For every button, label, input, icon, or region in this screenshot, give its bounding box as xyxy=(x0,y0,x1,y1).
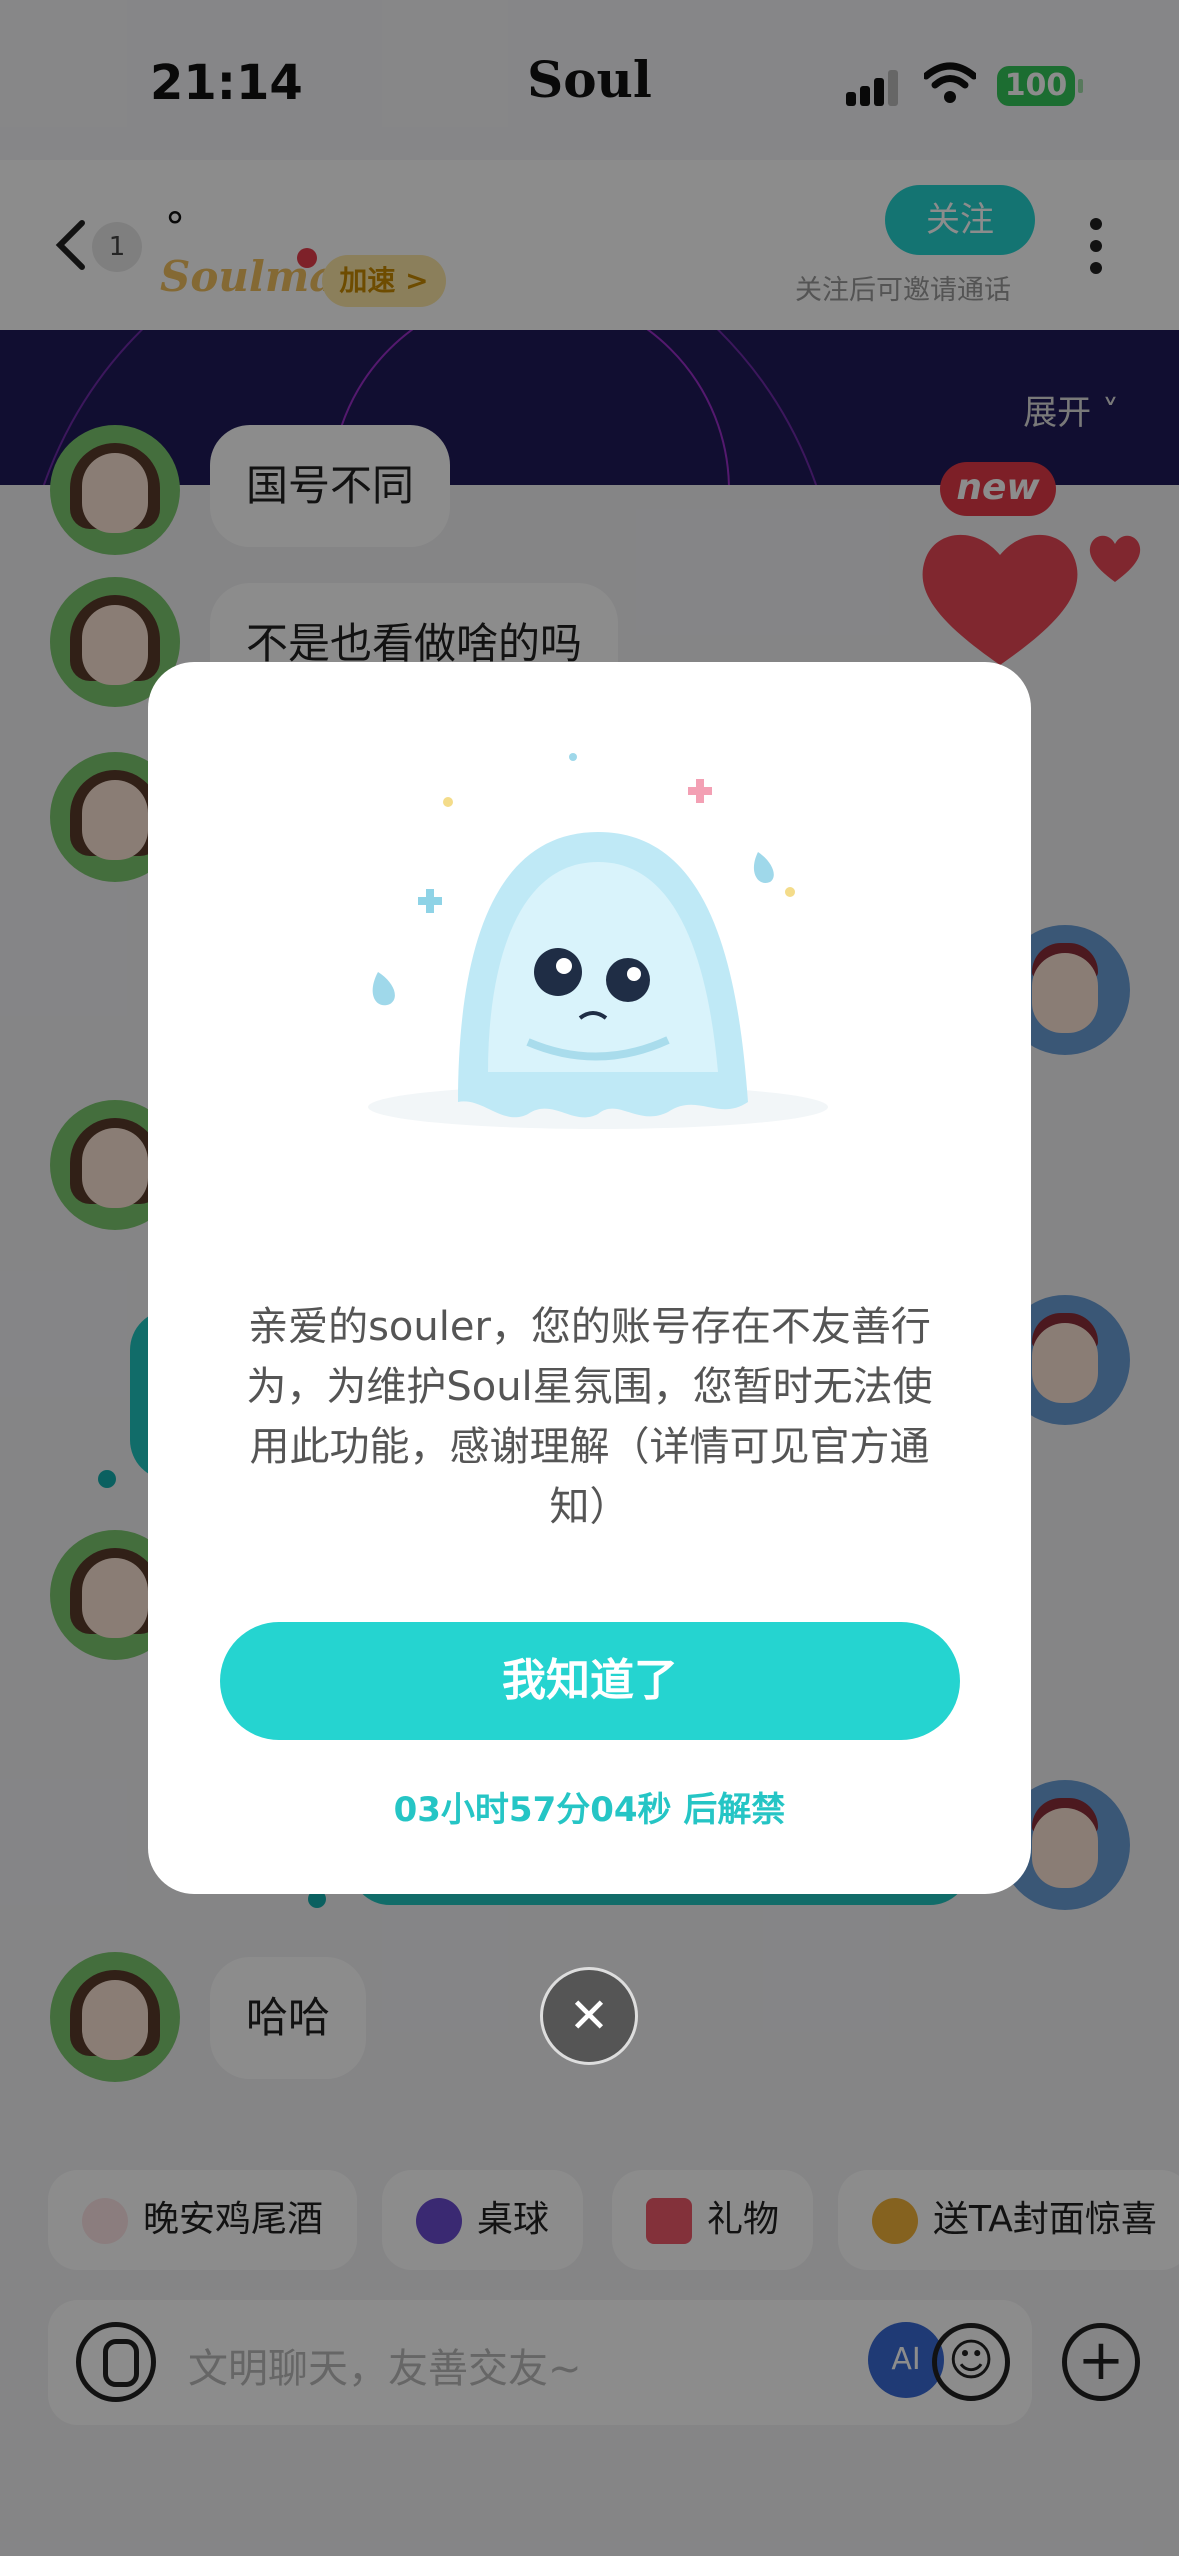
close-dialog-button[interactable]: ✕ xyxy=(540,1967,638,2065)
unban-countdown: 03小时57分04秒 后解禁 xyxy=(393,1790,786,1830)
sad-ghost-illustration xyxy=(368,753,828,1129)
restriction-dialog: 亲爱的souler，您的账号存在不友善行为，为维护Soul星氛围，您暂时无法使用… xyxy=(148,662,1031,1894)
acknowledge-button[interactable]: 我知道了 xyxy=(220,1622,960,1740)
dialog-message: 亲爱的souler，您的账号存在不友善行为，为维护Soul星氛围，您暂时无法使用… xyxy=(246,1304,933,1530)
close-icon: ✕ xyxy=(568,1988,610,2044)
